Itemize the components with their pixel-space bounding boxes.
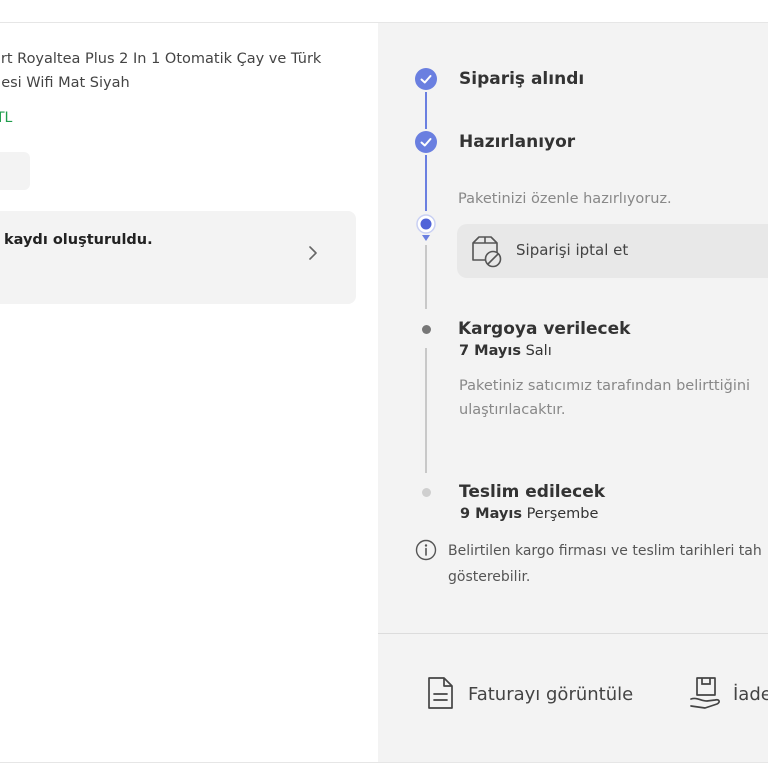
order-status-panel: Sipariş alındı Hazırlanıyor Paketinizi ö… xyxy=(378,23,768,762)
delivery-note: Belirtilen kargo firması ve teslim tarih… xyxy=(448,538,768,590)
ship-desc-line2: ulaştırılacaktır. xyxy=(459,402,566,418)
step-description-shipped: Paketiniz satıcımız tarafından belirttiğ… xyxy=(459,374,750,422)
quantity-chip: 1 xyxy=(0,152,30,190)
step-label-order-received: Sipariş alındı xyxy=(459,69,585,89)
view-invoice-label: Faturayı görüntüle xyxy=(468,684,634,705)
info-card-text: kaydı oluşturuldu. xyxy=(4,232,153,248)
step-date-delivered: 9 Mayıs Perşembe xyxy=(460,506,598,522)
step-label-preparing: Hazırlanıyor xyxy=(459,132,576,152)
pending-step-dot xyxy=(422,488,431,497)
check-icon xyxy=(415,68,437,90)
timeline-connector xyxy=(425,155,427,211)
cancel-order-label: Siparişi iptal et xyxy=(516,241,629,259)
cancel-order-button[interactable]: Siparişi iptal et xyxy=(457,224,768,278)
delivery-note-line1: Belirtilen kargo firması ve teslim tarih… xyxy=(448,543,762,559)
bottom-divider xyxy=(0,762,768,763)
ship-desc-line1: Paketiniz satıcımız tarafından belirttiğ… xyxy=(459,378,751,394)
timeline-connector xyxy=(425,348,427,473)
delivery-note-line2: gösterebilir. xyxy=(448,569,531,585)
current-step-indicator-icon xyxy=(416,214,436,241)
delivery-day: Perşembe xyxy=(526,506,599,522)
order-timeline: Sipariş alındı Hazırlanıyor Paketinizi ö… xyxy=(378,23,768,633)
step-label-to-be-delivered: Teslim edilecek xyxy=(459,482,606,502)
product-price: TL xyxy=(0,110,13,126)
timeline-connector xyxy=(425,245,427,309)
chevron-right-icon xyxy=(309,246,317,260)
timeline-connector xyxy=(425,92,427,129)
ship-date: 7 Mayıs xyxy=(459,343,521,359)
step-label-to-be-shipped: Kargoya verilecek xyxy=(458,319,631,339)
delivery-date: 9 Mayıs xyxy=(460,506,522,522)
quantity-value: 1 xyxy=(0,162,1,178)
return-button[interactable]: İade xyxy=(689,671,768,717)
step-date-shipped: 7 Mayıs Salı xyxy=(459,343,552,359)
product-title-line2: nesi Wifi Mat Siyah xyxy=(0,75,130,91)
info-card[interactable]: kaydı oluşturuldu. xyxy=(0,211,356,304)
info-icon xyxy=(415,539,437,561)
return-box-icon xyxy=(690,677,721,709)
pending-step-dot xyxy=(422,325,431,334)
product-title-line1: art Royaltea Plus 2 In 1 Otomatik Çay ve… xyxy=(0,51,322,67)
box-cancel-icon xyxy=(472,236,502,268)
check-icon xyxy=(415,131,437,153)
footer-divider xyxy=(378,633,768,634)
document-icon xyxy=(428,677,453,709)
return-label: İade xyxy=(733,684,768,705)
view-invoice-button[interactable]: Faturayı görüntüle xyxy=(424,671,644,717)
ship-day: Salı xyxy=(525,343,552,359)
order-item-panel: art Royaltea Plus 2 In 1 Otomatik Çay ve… xyxy=(0,23,378,762)
product-title[interactable]: art Royaltea Plus 2 In 1 Otomatik Çay ve… xyxy=(0,47,352,95)
step-description-preparing: Paketinizi özenle hazırlıyoruz. xyxy=(458,191,672,207)
